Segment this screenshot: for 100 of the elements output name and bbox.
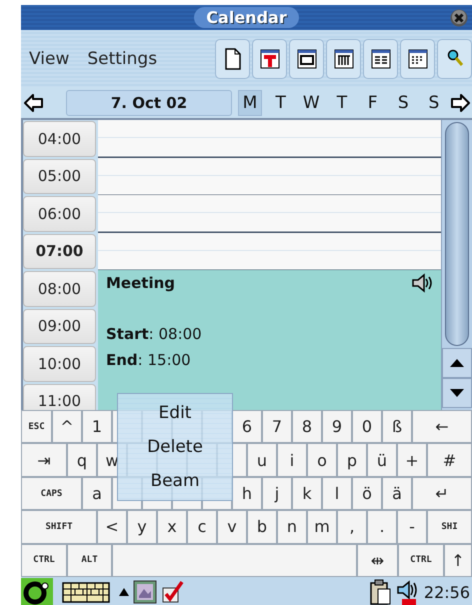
key[interactable]: ⇹ <box>357 544 398 578</box>
scrollbar[interactable] <box>441 120 472 410</box>
key[interactable]: SHI <box>427 510 472 544</box>
key[interactable]: CTRL <box>398 544 444 578</box>
event-title: Meeting <box>106 274 176 292</box>
menu-item[interactable]: Settings <box>85 44 160 72</box>
down-triangle-icon <box>450 389 464 397</box>
key[interactable]: - <box>397 510 427 544</box>
key[interactable]: . <box>367 510 397 544</box>
scroll-thumb[interactable] <box>445 122 469 346</box>
key[interactable]: ⇥ <box>21 443 67 477</box>
key[interactable]: y <box>127 510 157 544</box>
weekday-button[interactable]: T <box>268 90 293 116</box>
toolbar-button[interactable] <box>289 38 324 78</box>
key[interactable]: p <box>337 443 367 477</box>
key[interactable]: SHIFT <box>21 510 97 544</box>
key[interactable]: k <box>292 476 322 510</box>
key[interactable]: i <box>277 443 307 477</box>
key[interactable]: j <box>262 476 292 510</box>
hour-button[interactable]: 05:00 <box>23 158 96 194</box>
up-triangle-icon[interactable] <box>119 588 129 596</box>
key[interactable]: ä <box>382 476 412 510</box>
key[interactable]: CTRL <box>21 544 67 578</box>
key[interactable]: q <box>67 443 97 477</box>
scroll-up-button[interactable] <box>442 348 472 378</box>
right-arrow-icon[interactable] <box>450 94 470 112</box>
key[interactable]: 7 <box>262 410 292 444</box>
time-slot[interactable] <box>98 195 441 232</box>
hour-button[interactable]: 06:00 <box>23 196 96 232</box>
key[interactable]: 9 <box>322 410 352 444</box>
key[interactable]: + <box>397 443 427 477</box>
key[interactable]: ö <box>352 476 382 510</box>
hour-button[interactable]: 08:00 <box>23 271 96 306</box>
window-title: Calendar <box>194 7 299 28</box>
toolbar-button[interactable] <box>400 38 435 78</box>
key[interactable]: 8 <box>292 410 322 444</box>
key[interactable]: ↵ <box>412 476 472 510</box>
event-detail: End: 15:00 <box>106 350 192 371</box>
key[interactable]: l <box>322 476 352 510</box>
key[interactable]: b <box>247 510 277 544</box>
clipboard-icon[interactable] <box>370 579 392 605</box>
hour-button[interactable]: 11:00 <box>23 384 96 410</box>
toolbar-button[interactable] <box>252 38 287 78</box>
key[interactable]: a <box>82 476 112 510</box>
toolbar-button[interactable] <box>326 38 361 78</box>
day-view-icon <box>296 48 316 70</box>
key[interactable]: v <box>217 510 247 544</box>
key[interactable]: h <box>232 476 262 510</box>
checkmark-icon[interactable] <box>161 580 185 604</box>
weekday-button[interactable]: M <box>238 90 262 116</box>
event-detail: Start: 08:00 <box>106 324 203 345</box>
weekday-button[interactable]: W <box>299 90 324 116</box>
hour-button[interactable]: 09:00 <box>23 308 96 344</box>
hour-button[interactable]: 04:00 <box>23 121 96 156</box>
time-slot[interactable] <box>98 158 441 195</box>
time-slot[interactable] <box>98 120 441 158</box>
key[interactable]: c <box>187 510 217 544</box>
weekday-button[interactable]: S <box>422 90 446 116</box>
time-slot[interactable] <box>98 232 441 270</box>
key[interactable]: ↑ <box>444 544 472 578</box>
keyboard-icon[interactable] <box>61 580 111 604</box>
date-button[interactable]: 7. Oct 02 <box>66 90 232 116</box>
toolbar-button[interactable] <box>363 38 398 78</box>
key[interactable]: x <box>157 510 187 544</box>
key[interactable]: ESC <box>21 410 52 444</box>
key[interactable]: CAPS <box>21 476 82 510</box>
key[interactable]: n <box>277 510 307 544</box>
toolbar-button[interactable] <box>215 38 250 78</box>
menu-item[interactable]: Delete <box>141 435 209 459</box>
start-logo-icon[interactable] <box>21 578 53 605</box>
week-view-icon <box>334 48 354 70</box>
month-view-icon <box>408 48 428 70</box>
key[interactable]: 1 <box>82 410 112 444</box>
key[interactable]: 0 <box>352 410 382 444</box>
menu-item[interactable]: Beam <box>144 469 206 493</box>
key[interactable]: 6 <box>232 410 262 444</box>
key[interactable]: < <box>97 510 127 544</box>
picture-frame-icon[interactable] <box>133 580 157 604</box>
hour-button[interactable]: 10:00 <box>23 346 96 382</box>
hour-button[interactable]: 07:00 <box>23 234 96 269</box>
toolbar-button[interactable] <box>437 38 472 78</box>
key[interactable]: m <box>307 510 337 544</box>
key[interactable]: ü <box>367 443 397 477</box>
key[interactable]: , <box>337 510 367 544</box>
left-arrow-icon[interactable] <box>24 94 44 112</box>
key[interactable]: u <box>247 443 277 477</box>
scroll-down-button[interactable] <box>442 378 472 408</box>
key[interactable]: # <box>427 443 472 477</box>
weekday-button[interactable]: S <box>391 90 416 116</box>
weekday-button[interactable]: F <box>360 90 385 116</box>
key[interactable]: ← <box>412 410 472 444</box>
up-triangle-icon <box>450 359 464 367</box>
close-icon[interactable] <box>450 9 468 27</box>
key[interactable]: ALT <box>67 544 112 578</box>
calendar-today-icon <box>260 48 280 70</box>
menu-item[interactable]: View <box>27 44 72 72</box>
key[interactable]: ^ <box>52 410 82 444</box>
weekday-button[interactable]: T <box>330 90 354 116</box>
key[interactable]: o <box>307 443 337 477</box>
key[interactable]: ß <box>382 410 412 444</box>
